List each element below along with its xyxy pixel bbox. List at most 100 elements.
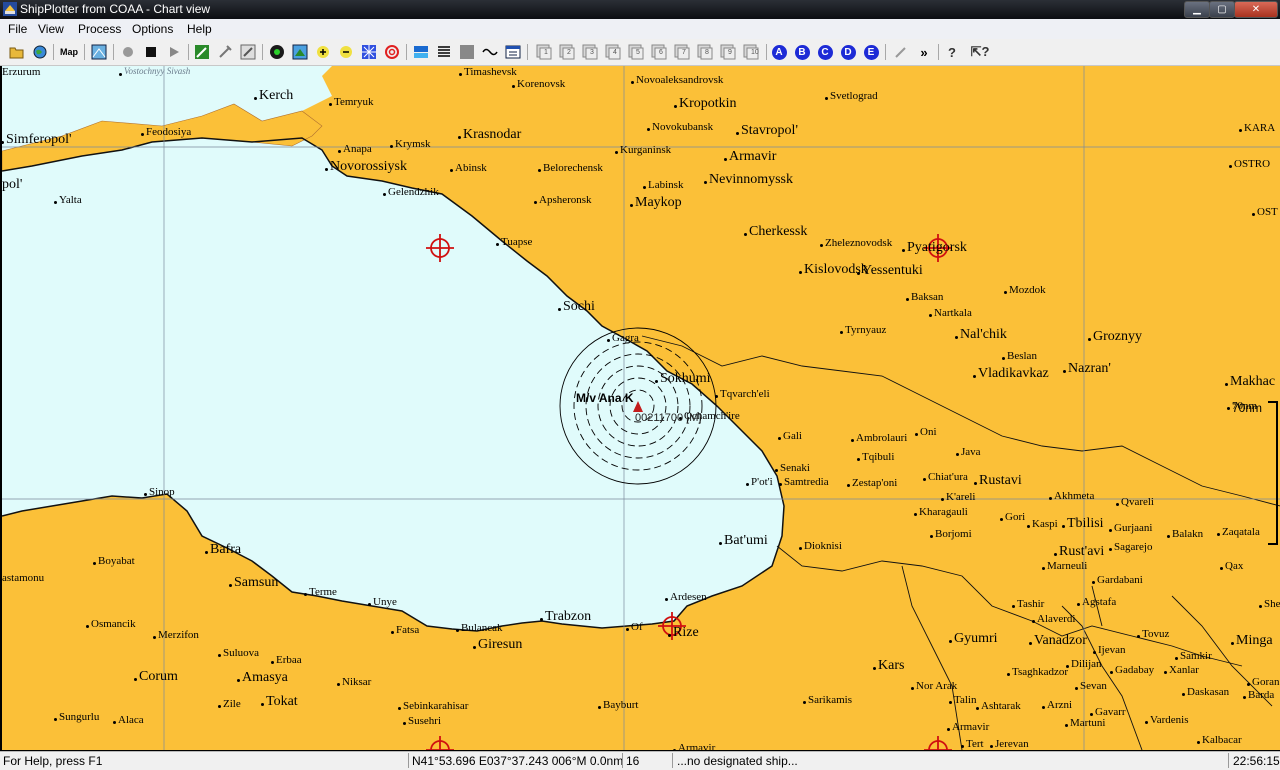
place-label: Bafra xyxy=(210,542,242,557)
numbered-view-button[interactable]: 5 xyxy=(627,43,645,61)
menu-file[interactable]: File xyxy=(8,22,27,36)
numbered-view-button[interactable]: 3 xyxy=(581,43,599,61)
town-dot-icon xyxy=(631,81,634,84)
stop-icon[interactable] xyxy=(142,43,160,61)
view-e-button[interactable]: E xyxy=(862,43,880,61)
place-label: Gadabay xyxy=(1115,664,1155,676)
target-icon[interactable] xyxy=(383,43,401,61)
chart-canvas[interactable] xyxy=(2,66,1280,750)
place-label: Chiat'ura xyxy=(928,471,968,483)
view-c-button[interactable]: C xyxy=(816,43,834,61)
place-label: Kerch xyxy=(259,88,294,103)
numbered-view-button[interactable]: 4 xyxy=(604,43,622,61)
menu-view[interactable]: View xyxy=(38,22,64,36)
town-dot-icon xyxy=(325,168,328,171)
town-dot-icon xyxy=(724,158,727,161)
town-dot-icon xyxy=(254,97,257,100)
resize-icon[interactable] xyxy=(239,43,257,61)
radar-icon[interactable] xyxy=(268,43,286,61)
grid-icon[interactable] xyxy=(360,43,378,61)
tools-icon[interactable] xyxy=(216,43,234,61)
wave-icon[interactable] xyxy=(481,43,499,61)
numbered-view-button[interactable]: 2 xyxy=(558,43,576,61)
fast-forward-icon[interactable]: » xyxy=(915,43,933,61)
numbered-view-button[interactable]: 9 xyxy=(719,43,737,61)
place-label: Qvareli xyxy=(1121,496,1154,508)
place-label: Alaverdi xyxy=(1037,613,1076,625)
status-bar: For Help, press F1 N41°53.696 E037°37.24… xyxy=(0,751,1280,770)
place-label: Agstafa xyxy=(1082,596,1117,608)
window-icon[interactable] xyxy=(504,43,522,61)
town-dot-icon xyxy=(857,458,860,461)
numbered-view-button[interactable]: 7 xyxy=(673,43,691,61)
view-b-button[interactable]: B xyxy=(793,43,811,61)
town-dot-icon xyxy=(1217,533,1220,536)
view-a-button[interactable]: A xyxy=(770,43,788,61)
town-dot-icon xyxy=(119,73,122,76)
menu-help[interactable]: Help xyxy=(187,22,212,36)
town-dot-icon xyxy=(973,375,976,378)
numbered-view-button[interactable]: 6 xyxy=(650,43,668,61)
town-dot-icon xyxy=(1007,673,1010,676)
town-dot-icon xyxy=(736,132,739,135)
place-label: Qax xyxy=(1225,560,1244,572)
edit-icon[interactable] xyxy=(193,43,211,61)
place-label: Tokat xyxy=(266,694,298,709)
globe-icon[interactable] xyxy=(31,43,49,61)
numbered-view-button[interactable]: 10 xyxy=(742,43,760,61)
context-help-icon[interactable]: ⇱? xyxy=(971,43,990,61)
town-dot-icon xyxy=(1027,525,1030,528)
area-icon[interactable] xyxy=(291,43,309,61)
place-label: Armavir xyxy=(678,742,716,750)
place-label: Korenovsk xyxy=(517,78,566,90)
minimize-button[interactable]: ▁ xyxy=(1184,1,1210,18)
town-dot-icon xyxy=(1032,620,1035,623)
town-dot-icon xyxy=(1109,548,1112,551)
place-label: Temryuk xyxy=(334,96,374,108)
ship-name-label[interactable]: M/v Ana K xyxy=(576,391,634,405)
town-dot-icon xyxy=(1259,605,1262,608)
numbered-view-button[interactable]: 1 xyxy=(535,43,553,61)
numbered-view-button[interactable]: 8 xyxy=(696,43,714,61)
place-label: Tuapse xyxy=(501,236,533,248)
place-label: Krasnodar xyxy=(463,127,522,142)
chart-view[interactable]: Vostochnyy Sivash Timashevsk Korenovsk Novo… xyxy=(2,66,1280,750)
place-label: Amasya xyxy=(242,670,288,685)
place-label: Samkir xyxy=(1180,650,1212,662)
layers-icon[interactable] xyxy=(412,43,430,61)
numbered-view-label: 10 xyxy=(751,49,759,56)
menu-process[interactable]: Process xyxy=(78,22,121,36)
gray-box-icon[interactable] xyxy=(458,43,476,61)
place-label: Pyatigorsk xyxy=(907,240,967,255)
place-label: Kars xyxy=(878,658,905,673)
town-dot-icon xyxy=(961,745,964,748)
map-icon[interactable]: Map xyxy=(58,43,80,61)
place-label: Tyrnyauz xyxy=(845,324,887,336)
record-icon[interactable] xyxy=(119,43,137,61)
town-dot-icon xyxy=(1065,724,1068,727)
place-label: Erzurum xyxy=(2,66,41,78)
view-d-button[interactable]: D xyxy=(839,43,857,61)
town-dot-icon xyxy=(237,679,240,682)
help-icon[interactable]: ? xyxy=(943,43,961,61)
town-dot-icon xyxy=(673,749,676,750)
play-icon[interactable] xyxy=(165,43,183,61)
chart-icon[interactable] xyxy=(90,43,108,61)
town-dot-icon xyxy=(403,722,406,725)
place-label: Gurjaani xyxy=(1114,522,1153,534)
town-dot-icon xyxy=(383,193,386,196)
pen-icon[interactable] xyxy=(892,43,910,61)
close-button[interactable]: ✕ xyxy=(1234,1,1278,18)
place-label: Xanlar xyxy=(1169,664,1199,676)
maximize-button[interactable]: ▢ xyxy=(1209,1,1235,18)
zoom-out-icon[interactable] xyxy=(337,43,355,61)
menu-options[interactable]: Options xyxy=(132,22,173,36)
open-folder-icon[interactable] xyxy=(8,43,26,61)
list-icon[interactable] xyxy=(435,43,453,61)
town-dot-icon xyxy=(456,629,459,632)
place-label: Svetlograd xyxy=(830,90,878,102)
town-dot-icon xyxy=(715,395,718,398)
town-dot-icon xyxy=(704,181,707,184)
place-label: Osmancik xyxy=(91,618,136,630)
zoom-in-icon[interactable] xyxy=(314,43,332,61)
